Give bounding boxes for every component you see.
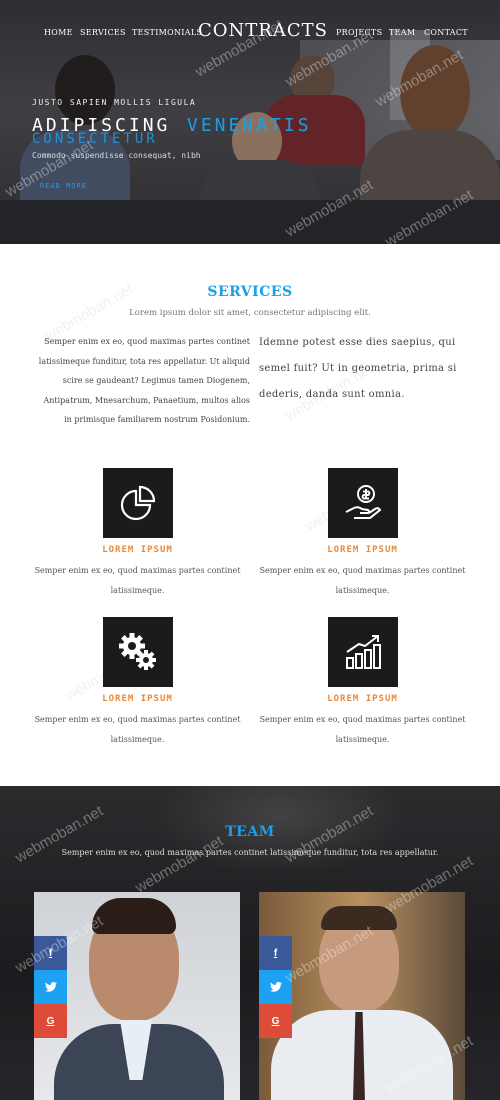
services-right-text: Idemne potest esse dies saepius, qui sem… (259, 337, 457, 400)
feature-description: Semper enim ex eo, quod maximas partes c… (259, 566, 466, 595)
feature-title: LOREM IPSUM (327, 694, 398, 704)
feature-item: LOREM IPSUM Semper enim ex eo, quod maxi… (250, 468, 475, 601)
twitter-button[interactable] (34, 970, 67, 1004)
twitter-icon (269, 982, 282, 992)
feature-icon-box (102, 468, 173, 538)
hero-title-blue: VENENATIS (187, 115, 312, 136)
team-lead: Semper enim ex eo, quod maximas partes c… (61, 848, 439, 857)
growth-chart-icon (345, 635, 381, 669)
facebook-button[interactable]: f (259, 936, 292, 970)
services-lead: Lorem ipsum dolor sit amet, consectetur … (129, 308, 371, 318)
feature-icon-box (102, 617, 173, 687)
google-icon: G (271, 1015, 280, 1027)
team-member-card: f G (34, 892, 240, 1100)
money-hand-icon (345, 485, 381, 519)
nav-testimonials[interactable]: TESTIMONIALS (132, 28, 202, 37)
nav-home[interactable]: HOME (44, 28, 73, 37)
top-navigation: HOME SERVICES TESTIMONIALS CONTRACTS PRO… (0, 0, 500, 64)
site-logo[interactable]: CONTRACTS (198, 20, 328, 41)
hero-banner: HOME SERVICES TESTIMONIALS CONTRACTS PRO… (0, 0, 500, 244)
google-button[interactable]: G (259, 1004, 292, 1038)
pie-chart-icon (120, 485, 155, 521)
feature-icon-box (327, 468, 398, 538)
hero-text: JUSTO SAPIEN MOLLIS LIGULA ADIPISCING VE… (32, 98, 309, 160)
feature-item: LOREM IPSUM Semper enim ex eo, quod maxi… (250, 617, 475, 750)
hero-subtitle: Commodo suspendisse consequat, nibh (32, 151, 201, 160)
nav-services[interactable]: SERVICES (80, 28, 126, 37)
feature-description: Semper enim ex eo, quod maximas partes c… (259, 715, 466, 744)
feature-title: LOREM IPSUM (327, 545, 398, 555)
facebook-icon: f (273, 947, 278, 959)
feature-item: LOREM IPSUM Semper enim ex eo, quod maxi… (25, 468, 250, 601)
feature-description: Semper enim ex eo, quod maximas partes c… (34, 715, 241, 744)
google-button[interactable]: G (34, 1004, 67, 1038)
facebook-button[interactable]: f (34, 936, 67, 970)
nav-team[interactable]: TEAM (389, 28, 415, 37)
feature-description: Semper enim ex eo, quod maximas partes c… (34, 566, 241, 595)
feature-title: LOREM IPSUM (102, 694, 173, 704)
hero-title-blue-2: CONSECTETUR (32, 131, 158, 147)
team-title: TEAM (225, 824, 275, 840)
twitter-button[interactable] (259, 970, 292, 1004)
nav-projects[interactable]: PROJECTS (336, 28, 382, 37)
read-more-button[interactable]: READ MORE (40, 182, 87, 190)
google-icon: G (46, 1015, 55, 1027)
feature-title: LOREM IPSUM (102, 545, 173, 555)
team-section: TEAM Semper enim ex eo, quod maximas par… (0, 786, 500, 1100)
services-title: SERVICES (207, 284, 293, 300)
feature-icon-box (327, 617, 398, 687)
feature-item: LOREM IPSUM Semper enim ex eo, quod maxi… (25, 617, 250, 750)
gears-icon (118, 633, 156, 670)
services-section: SERVICES Lorem ipsum dolor sit amet, con… (0, 244, 500, 786)
services-left-text: Semper enim ex eo, quod maximas partes c… (38, 337, 250, 424)
hero-title: ADIPISCING VENENATIS CONSECTETUR (32, 115, 309, 147)
team-member-card: f G (259, 892, 465, 1100)
nav-contact[interactable]: CONTACT (424, 28, 468, 37)
twitter-icon (44, 982, 57, 992)
hero-kicker: JUSTO SAPIEN MOLLIS LIGULA (32, 98, 197, 107)
facebook-icon: f (48, 947, 53, 959)
